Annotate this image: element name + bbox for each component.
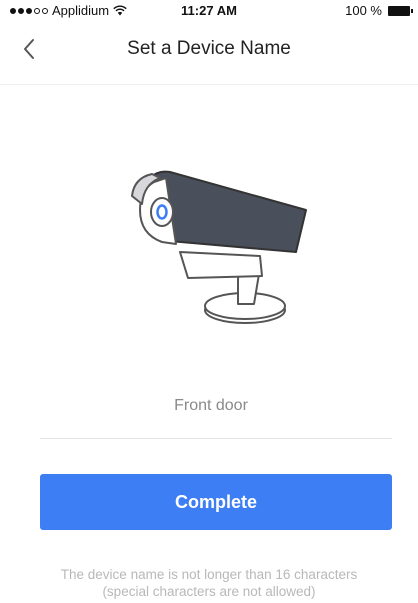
- status-bar: Applidium 11:27 AM 100 %: [0, 0, 418, 22]
- hint-line-2: (special characters are not allowed): [102, 584, 316, 599]
- device-name-input[interactable]: [40, 388, 382, 424]
- battery-percentage: 100 %: [345, 3, 382, 18]
- complete-button[interactable]: Complete: [40, 474, 392, 530]
- navigation-bar: Set a Device Name: [0, 24, 418, 74]
- status-right: 100 %: [345, 3, 413, 18]
- hint-line-1: The device name is not longer than 16 ch…: [60, 567, 358, 582]
- page-title: Set a Device Name: [127, 38, 291, 59]
- input-underline: [40, 438, 392, 439]
- security-camera-icon: [131, 170, 307, 324]
- device-name-hint: The device name is not longer than 16 ch…: [0, 566, 418, 600]
- battery-icon: [388, 5, 413, 16]
- nav-divider: [0, 84, 418, 85]
